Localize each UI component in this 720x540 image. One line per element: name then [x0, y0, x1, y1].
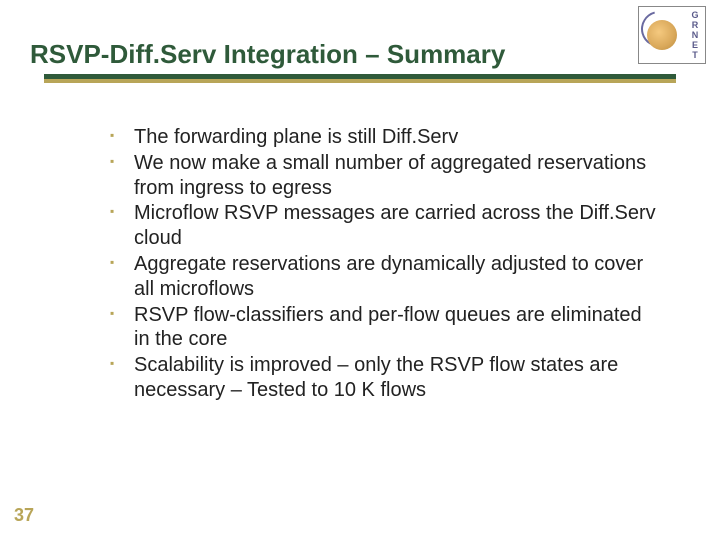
content-area: The forwarding plane is still Diff.Serv …	[108, 125, 660, 404]
logo-globe-icon	[647, 20, 677, 50]
grnet-logo: G R N E T	[638, 6, 706, 64]
logo-letter: N	[692, 30, 699, 40]
bullet-text: Microflow RSVP messages are carried acro…	[134, 202, 656, 249]
slide-title: RSVP-Diff.Serv Integration – Summary	[30, 39, 505, 70]
title-rule-light	[44, 79, 676, 83]
bullet-item: Aggregate reservations are dynamically a…	[108, 252, 660, 302]
bullet-text: The forwarding plane is still Diff.Serv	[134, 126, 458, 148]
logo-letter: R	[692, 20, 699, 30]
bullet-item: Microflow RSVP messages are carried acro…	[108, 201, 660, 251]
page-number: 37	[14, 505, 34, 526]
bullet-item: Scalability is improved – only the RSVP …	[108, 353, 660, 403]
logo-emblem	[639, 7, 685, 63]
bullet-item: The forwarding plane is still Diff.Serv	[108, 125, 660, 150]
bullet-item: We now make a small number of aggregated…	[108, 151, 660, 201]
logo-letter: T	[692, 50, 698, 60]
bullet-text: RSVP flow-classifiers and per-flow queue…	[134, 304, 642, 351]
bullet-text: Scalability is improved – only the RSVP …	[134, 354, 618, 401]
logo-letter: G	[691, 10, 698, 20]
slide: G R N E T RSVP-Diff.Serv Integration – S…	[0, 0, 720, 540]
bullet-text: Aggregate reservations are dynamically a…	[134, 253, 643, 300]
bullet-text: We now make a small number of aggregated…	[134, 152, 646, 199]
logo-letter: E	[692, 40, 698, 50]
bullet-list: The forwarding plane is still Diff.Serv …	[108, 125, 660, 403]
bullet-item: RSVP flow-classifiers and per-flow queue…	[108, 303, 660, 353]
logo-letters: G R N E T	[685, 7, 705, 63]
